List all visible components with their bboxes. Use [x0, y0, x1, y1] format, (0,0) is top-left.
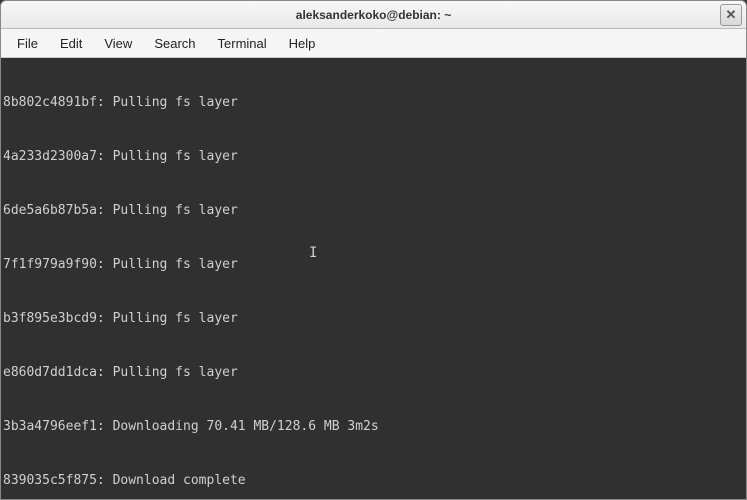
terminal-line: 7f1f979a9f90: Pulling fs layer [3, 256, 744, 274]
close-icon: ✕ [726, 7, 737, 23]
menu-help[interactable]: Help [279, 33, 326, 54]
menu-search[interactable]: Search [144, 33, 205, 54]
terminal-line: 3b3a4796eef1: Downloading 70.41 MB/128.6… [3, 418, 744, 436]
terminal-line: 839035c5f875: Download complete [3, 472, 744, 490]
terminal-line: 6de5a6b87b5a: Pulling fs layer [3, 202, 744, 220]
terminal-line: b3f895e3bcd9: Pulling fs layer [3, 310, 744, 328]
titlebar: aleksanderkoko@debian: ~ ✕ [1, 1, 746, 29]
terminal-line: 4a233d2300a7: Pulling fs layer [3, 148, 744, 166]
window-title: aleksanderkoko@debian: ~ [296, 8, 451, 22]
terminal-output[interactable]: 8b802c4891bf: Pulling fs layer 4a233d230… [1, 58, 746, 499]
terminal-line: e860d7dd1dca: Pulling fs layer [3, 364, 744, 382]
menu-view[interactable]: View [94, 33, 142, 54]
terminal-window: aleksanderkoko@debian: ~ ✕ File Edit Vie… [0, 0, 747, 500]
menu-file[interactable]: File [7, 33, 48, 54]
menu-terminal[interactable]: Terminal [208, 33, 277, 54]
terminal-line: 8b802c4891bf: Pulling fs layer [3, 94, 744, 112]
close-button[interactable]: ✕ [720, 4, 742, 26]
menu-edit[interactable]: Edit [50, 33, 92, 54]
menubar: File Edit View Search Terminal Help [1, 29, 746, 58]
